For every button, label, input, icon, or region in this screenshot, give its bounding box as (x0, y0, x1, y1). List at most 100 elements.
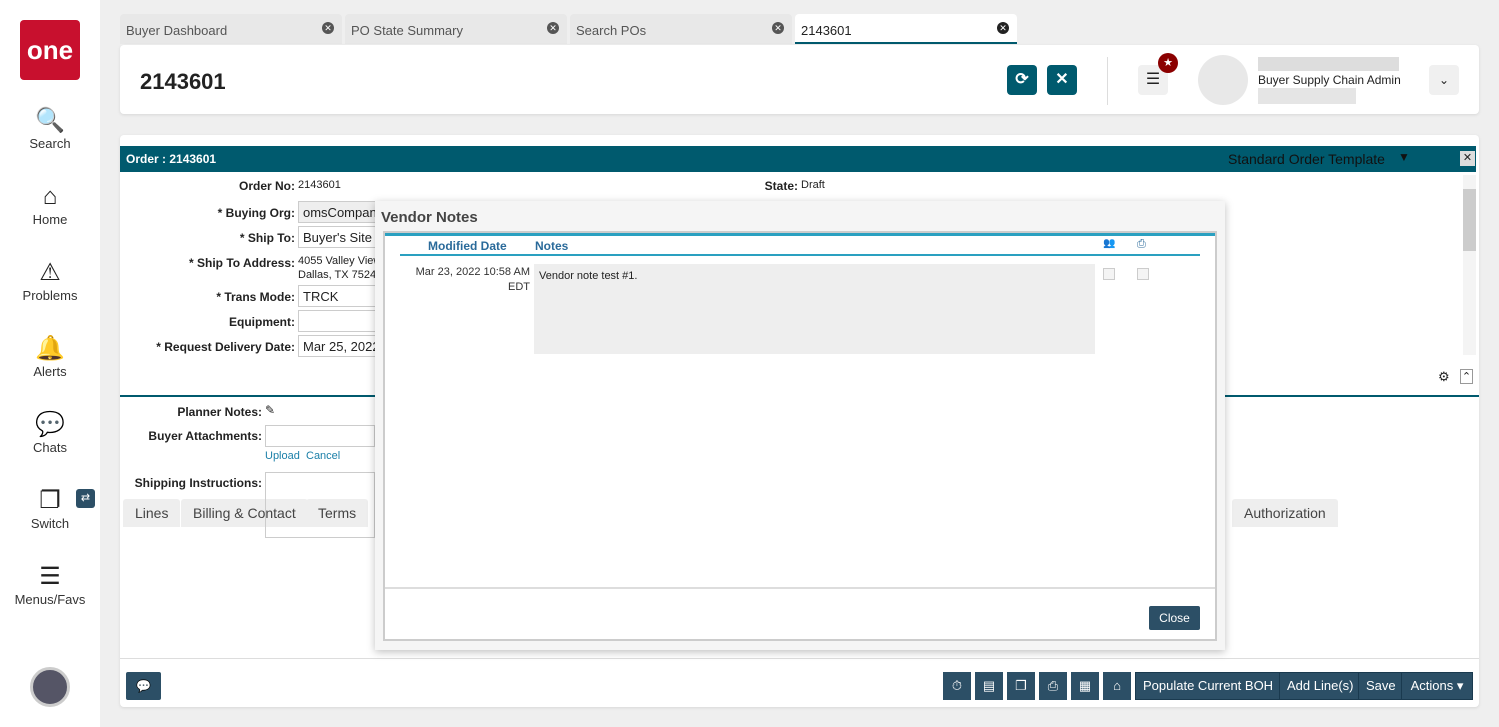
boh-icon[interactable]: ⏱ (943, 672, 971, 700)
print-icon[interactable]: ⎙ (1039, 672, 1067, 700)
shipping-instructions-label: Shipping Instructions: (134, 476, 262, 490)
nav-label: Switch (30, 516, 70, 531)
modal-body: Modified Date Notes 👥 ⎙ Mar 23, 2022 10:… (383, 231, 1217, 641)
nav-label: Problems (22, 288, 78, 303)
chat-icon: 💬 (35, 411, 65, 438)
nav-label: Chats (33, 440, 67, 455)
sidebar: one 🔍 Search ⌂ Home ⚠ Problems 🔔 Alerts 💬 Cha… (0, 0, 100, 727)
redacted-org (1258, 88, 1356, 104)
search-icon: 🔍 (35, 107, 65, 134)
close-button[interactable]: ✕ (1047, 65, 1077, 95)
nav-label: Home (32, 212, 68, 227)
template-select[interactable]: Standard Order Template (1228, 151, 1385, 167)
menu-icon: ☰ (39, 563, 61, 590)
attachments-field[interactable] (265, 425, 375, 447)
tab-buyer-dashboard[interactable]: Buyer Dashboard ✕ (120, 14, 342, 44)
calculator-icon[interactable]: ▦ (1071, 672, 1099, 700)
nav-label: Alerts (33, 364, 67, 379)
refresh-button[interactable]: ⟳ (1007, 65, 1037, 95)
close-icon[interactable]: ✕ (1460, 151, 1475, 166)
print-checkbox[interactable] (1137, 268, 1149, 280)
cancel-link[interactable]: Cancel (306, 450, 340, 462)
user-avatar (1198, 55, 1248, 105)
actions-button[interactable]: Actions ▾ (1401, 672, 1473, 700)
shipping-instructions-field[interactable] (265, 472, 375, 538)
address-line1: 4055 Valley View (298, 255, 382, 267)
close-icon[interactable]: ✕ (547, 22, 559, 34)
note-date: Mar 23, 2022 10:58 AM EDT (415, 266, 530, 293)
nav-label: Search (29, 136, 71, 151)
equipment-label: Equipment: (229, 315, 295, 329)
edit-icon[interactable]: ✎ (265, 403, 275, 417)
close-icon[interactable]: ✕ (997, 22, 1009, 34)
trans-mode-label: * Trans Mode: (216, 290, 295, 304)
tab-lines[interactable]: Lines (123, 499, 181, 527)
nav-label: Menus/Favs (14, 592, 86, 607)
star-icon: ★ (1158, 53, 1178, 73)
tab-po-state-summary[interactable]: PO State Summary ✕ (345, 14, 567, 44)
save-button[interactable]: Save (1358, 672, 1404, 700)
planner-notes-label: Planner Notes: (177, 405, 262, 419)
address-label: * Ship To Address: (188, 256, 295, 270)
redacted-name (1258, 57, 1399, 71)
col-notes: Notes (535, 239, 569, 253)
avatar[interactable] (30, 667, 70, 707)
caret-down-icon[interactable]: ▼ (1398, 150, 1410, 164)
chevron-down-icon[interactable]: ⌄ (1429, 65, 1459, 95)
vendor-notes-modal: Vendor Notes Modified Date Notes 👥 ⎙ Mar… (375, 201, 1225, 650)
logo: one (20, 20, 80, 80)
divider (120, 658, 1479, 659)
nav-alerts[interactable]: 🔔 Alerts (0, 334, 100, 379)
close-button[interactable]: Close (1149, 606, 1200, 630)
order-bar: Order : 2143601 Standard Order Template … (120, 146, 1476, 172)
note-text: Vendor note test #1. (534, 264, 1095, 354)
col-modified-date: Modified Date (428, 239, 507, 253)
chat-button[interactable]: 💬 (126, 672, 161, 700)
address-line2: Dallas, TX 75244 (298, 269, 383, 281)
scrollbar[interactable] (1463, 175, 1476, 355)
nav-problems[interactable]: ⚠ Problems (0, 258, 100, 303)
tab-label: 2143601 (801, 23, 852, 38)
share-checkbox[interactable] (1103, 268, 1115, 280)
ship-to-label: * Ship To: (239, 231, 295, 245)
card-icon[interactable]: ▤ (975, 672, 1003, 700)
order-no-label: Order No: (238, 179, 295, 193)
copy-icon[interactable]: ❐ (1007, 672, 1035, 700)
divider (1107, 57, 1108, 105)
buyer-attachments-label: Buyer Attachments: (148, 429, 262, 443)
close-icon[interactable]: ✕ (772, 22, 784, 34)
order-no: 2143601 (298, 179, 341, 191)
rdd-label: * Request Delivery Date: (156, 340, 295, 354)
modal-title: Vendor Notes (381, 209, 478, 226)
nav-search[interactable]: 🔍 Search (0, 106, 100, 151)
page-title: 2143601 (140, 69, 226, 94)
state-label: State: (764, 179, 798, 193)
nav-home[interactable]: ⌂ Home (0, 182, 100, 227)
warehouse-icon[interactable]: ⌂ (1103, 672, 1131, 700)
close-icon[interactable]: ✕ (322, 22, 334, 34)
tab-label: PO State Summary (351, 23, 463, 38)
nav-menus[interactable]: ☰ Menus/Favs (0, 562, 100, 607)
users-icon: 👥 (1103, 238, 1116, 249)
page-header: 2143601 ⟳ ✕ ☰ ★ Buyer Supply Chain Admin… (120, 45, 1479, 114)
state: Draft (801, 179, 825, 191)
home-icon: ⌂ (42, 183, 58, 210)
upload-link[interactable]: Upload (265, 450, 300, 462)
swap-icon[interactable]: ⇄ (76, 489, 95, 508)
order-bar-title: Order : 2143601 (126, 152, 217, 166)
print-icon: ⎙ (1137, 238, 1146, 250)
tab-label: Buyer Dashboard (126, 23, 228, 38)
gear-icon[interactable]: ⚙ (1438, 369, 1450, 385)
tab-label: Search POs (576, 23, 647, 38)
populate-boh-button[interactable]: Populate Current BOH (1135, 672, 1282, 700)
warning-icon: ⚠ (39, 259, 61, 286)
tab-2143601[interactable]: 2143601 ✕ (795, 14, 1017, 44)
add-lines-button[interactable]: Add Line(s) (1279, 672, 1362, 700)
collapse-icon[interactable]: ⌃ (1460, 369, 1473, 384)
tab-authorization[interactable]: Authorization (1232, 499, 1338, 527)
user-role: Buyer Supply Chain Admin (1258, 73, 1401, 87)
nav-chats[interactable]: 💬 Chats (0, 410, 100, 455)
bell-icon: 🔔 (35, 335, 65, 362)
tab-search-pos[interactable]: Search POs ✕ (570, 14, 792, 44)
buying-org-label: * Buying Org: (217, 206, 295, 220)
